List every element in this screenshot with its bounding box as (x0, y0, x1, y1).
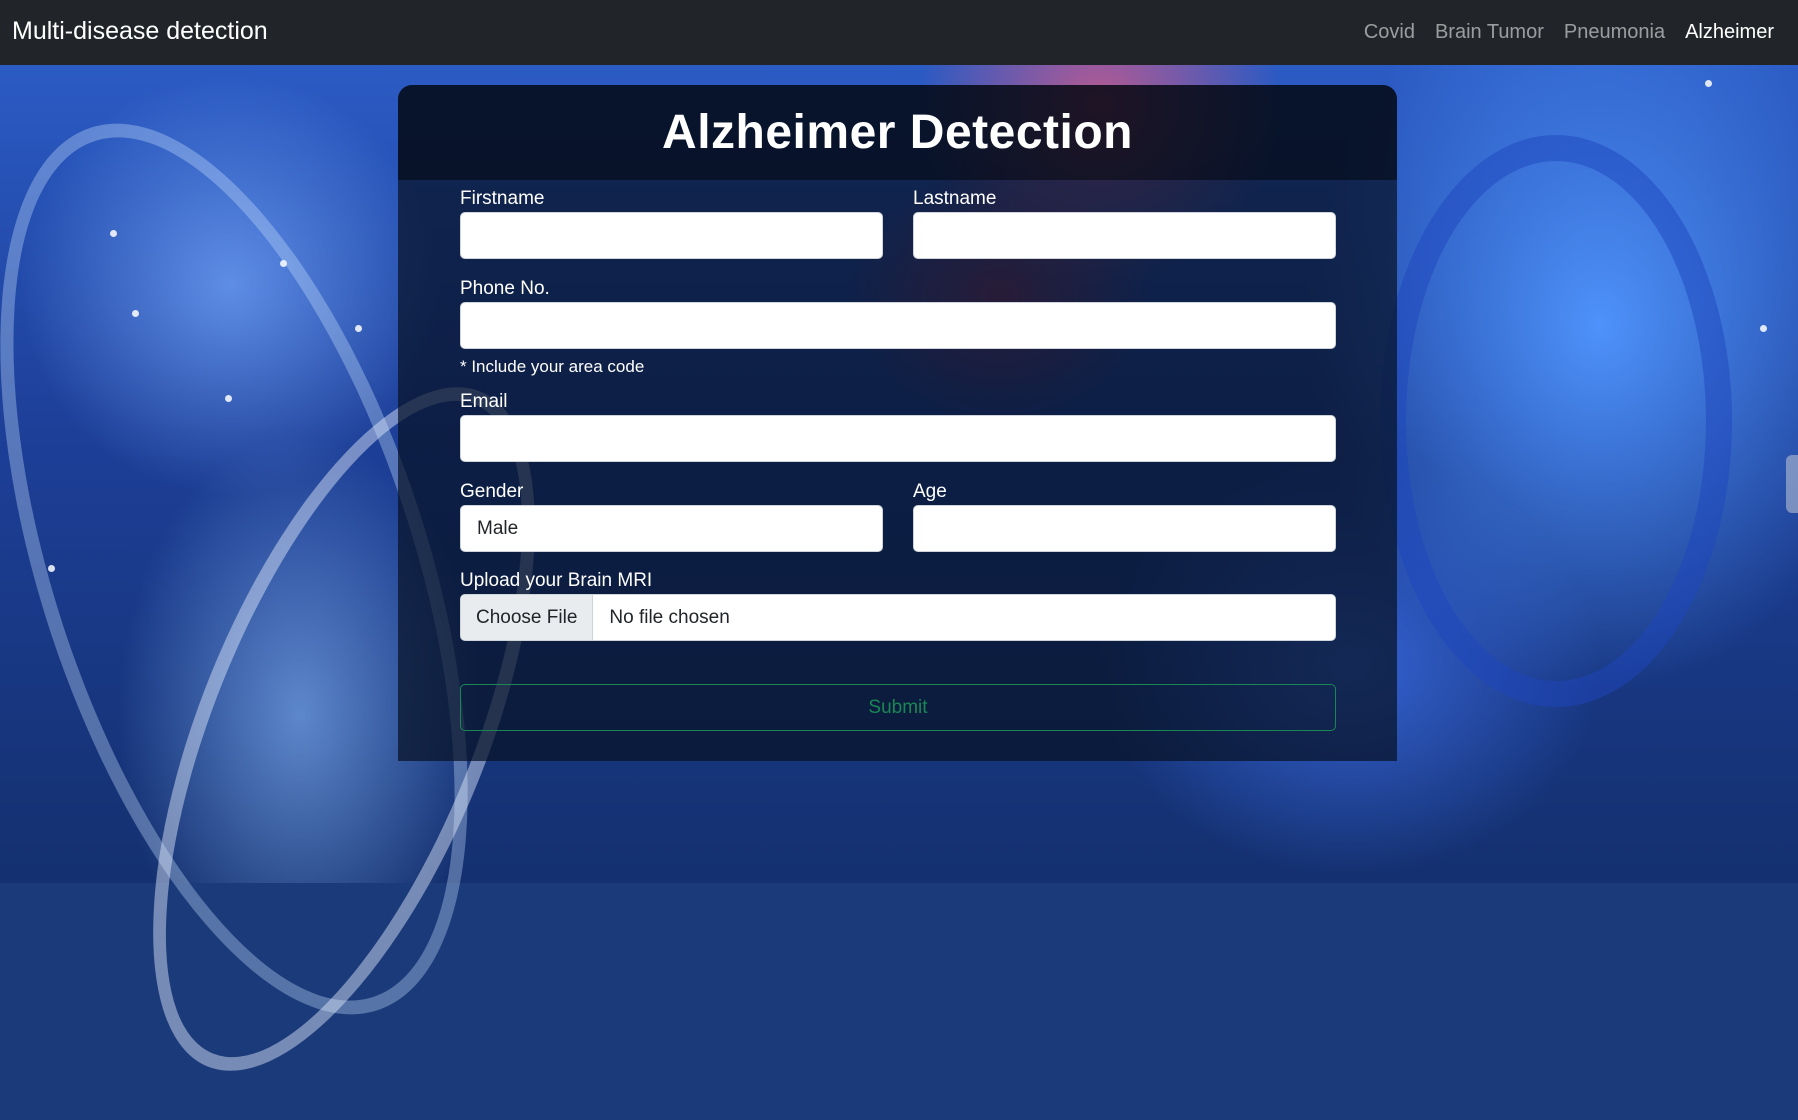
phone-input[interactable] (460, 302, 1336, 349)
lastname-label: Lastname (913, 188, 997, 209)
nav-link-alzheimer[interactable]: Alzheimer (1685, 21, 1774, 44)
nav-links: Covid Brain Tumor Pneumonia Alzheimer (1344, 0, 1774, 65)
mri-file-input[interactable]: Choose File No file chosen (460, 594, 1336, 641)
email-input[interactable] (460, 415, 1336, 462)
lastname-input[interactable] (913, 212, 1336, 259)
nav-link-covid[interactable]: Covid (1364, 21, 1415, 44)
detection-form-card: Alzheimer Detection Firstname Lastname P… (398, 85, 1397, 761)
scrollbar-thumb[interactable] (1786, 455, 1798, 513)
phone-label: Phone No. (460, 278, 550, 299)
sparkle (1760, 325, 1767, 332)
nav-link-brain-tumor[interactable]: Brain Tumor (1435, 21, 1544, 44)
gender-label: Gender (460, 481, 524, 502)
nav-link-pneumonia[interactable]: Pneumonia (1564, 21, 1665, 44)
gender-select[interactable]: Male (460, 505, 883, 552)
navbar: Multi-disease detection Covid Brain Tumo… (0, 0, 1798, 65)
sparkle (280, 260, 287, 267)
card-header: Alzheimer Detection (398, 85, 1397, 180)
brand-link[interactable]: Multi-disease detection (12, 0, 268, 65)
sparkle (132, 310, 139, 317)
upload-label: Upload your Brain MRI (460, 570, 653, 591)
sparkle (225, 395, 232, 402)
gender-selected-value: Male (477, 517, 519, 539)
phone-hint: * Include your area code (460, 357, 645, 376)
age-input[interactable] (913, 505, 1336, 552)
firstname-input[interactable] (460, 212, 883, 259)
file-status: No file chosen (609, 606, 730, 628)
age-label: Age (913, 481, 947, 502)
sparkle (48, 565, 55, 572)
page-title: Alzheimer Detection (662, 106, 1133, 159)
email-label: Email (460, 391, 508, 412)
sparkle (355, 325, 362, 332)
firstname-label: Firstname (460, 188, 545, 209)
brain-graphic (1380, 135, 1732, 707)
sparkle (110, 230, 117, 237)
submit-button[interactable]: Submit (460, 684, 1336, 731)
choose-file-button[interactable]: Choose File (461, 595, 594, 640)
sparkle (1705, 80, 1712, 87)
